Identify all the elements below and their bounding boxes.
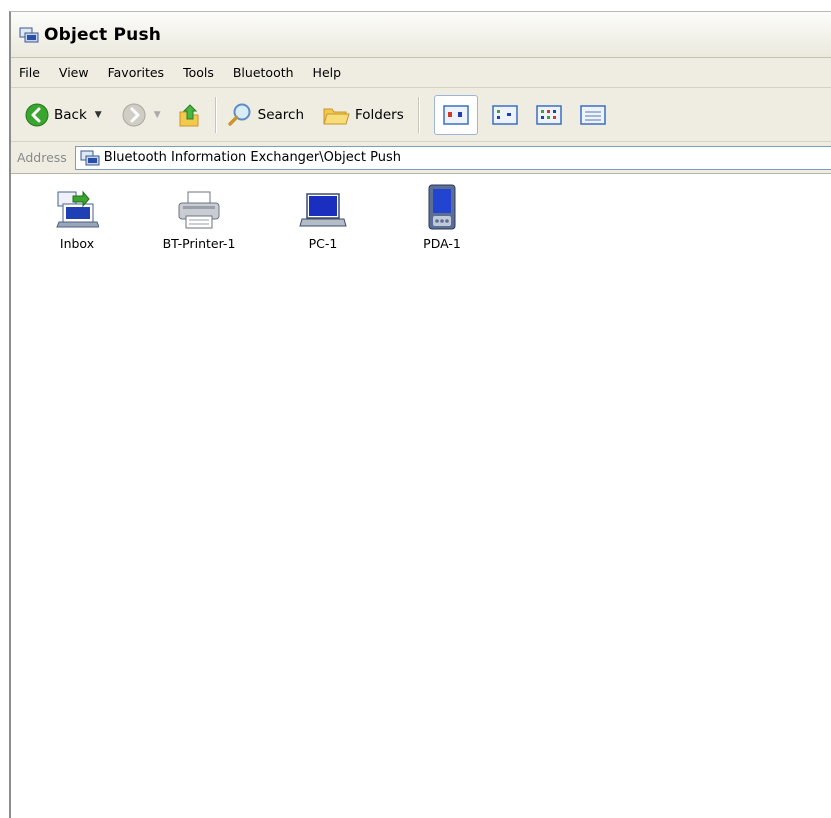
view-icons-button[interactable] bbox=[488, 100, 522, 130]
item-label: BT-Printer-1 bbox=[162, 236, 236, 251]
item-inbox[interactable]: Inbox bbox=[27, 178, 127, 251]
item-pc-1[interactable]: PC-1 bbox=[273, 178, 373, 251]
forward-dropdown-icon[interactable]: ▼ bbox=[154, 110, 161, 120]
view-tiles-button[interactable] bbox=[433, 94, 478, 135]
view-details-button[interactable] bbox=[576, 100, 610, 130]
bluetooth-exchanger-icon bbox=[80, 150, 100, 165]
item-label: PC-1 bbox=[308, 236, 338, 251]
menu-file[interactable]: File bbox=[19, 63, 40, 82]
menu-help[interactable]: Help bbox=[313, 63, 342, 82]
view-mode-group bbox=[433, 94, 610, 135]
toolbar: Back ▼ ▼ Search Folders bbox=[11, 88, 831, 142]
explorer-window: Object Push File View Favorites Tools Bl… bbox=[9, 11, 831, 818]
address-field[interactable]: Bluetooth Information Exchanger\Object P… bbox=[74, 145, 831, 170]
inbox-icon bbox=[56, 190, 99, 228]
menu-bluetooth[interactable]: Bluetooth bbox=[233, 63, 294, 82]
file-view: Inbox BT-Printer-1 PC-1 PDA-1 bbox=[11, 174, 831, 814]
list-view-icon bbox=[536, 104, 562, 125]
toolbar-separator bbox=[214, 96, 217, 133]
menu-favorites[interactable]: Favorites bbox=[108, 63, 164, 82]
toolbar-separator bbox=[417, 96, 420, 133]
forward-arrow-icon bbox=[122, 103, 146, 126]
item-bt-printer-1[interactable]: BT-Printer-1 bbox=[149, 178, 249, 251]
up-folder-icon bbox=[179, 103, 199, 126]
pda-icon bbox=[428, 184, 456, 230]
details-view-icon bbox=[580, 104, 606, 125]
search-label: Search bbox=[257, 106, 305, 123]
back-arrow-icon bbox=[25, 103, 49, 126]
back-label: Back bbox=[54, 106, 87, 123]
folders-label: Folders bbox=[355, 106, 404, 123]
item-label: Inbox bbox=[59, 236, 95, 251]
tiles-view-icon bbox=[443, 104, 469, 125]
bluetooth-exchanger-icon bbox=[19, 27, 39, 42]
forward-button[interactable]: ▼ bbox=[122, 103, 161, 127]
back-dropdown-icon[interactable]: ▼ bbox=[95, 110, 102, 120]
back-button[interactable]: Back ▼ bbox=[25, 103, 102, 127]
item-label: PDA-1 bbox=[423, 236, 461, 251]
address-path: Bluetooth Information Exchanger\Object P… bbox=[103, 150, 401, 165]
menu-view[interactable]: View bbox=[59, 63, 89, 82]
item-pda-1[interactable]: PDA-1 bbox=[392, 178, 492, 251]
folders-icon bbox=[323, 108, 350, 124]
folders-button[interactable]: Folders bbox=[322, 103, 404, 127]
address-bar: Address Bluetooth Information Exchanger\… bbox=[11, 142, 831, 174]
window-title: Object Push bbox=[44, 24, 162, 45]
up-folder-button[interactable] bbox=[177, 102, 201, 128]
menu-tools[interactable]: Tools bbox=[183, 63, 214, 82]
laptop-icon bbox=[299, 193, 347, 227]
title-bar[interactable]: Object Push bbox=[11, 12, 831, 58]
search-button[interactable]: Search bbox=[227, 102, 304, 128]
address-label: Address bbox=[17, 150, 67, 165]
icons-view-icon bbox=[492, 104, 518, 125]
menu-bar: File View Favorites Tools Bluetooth Help bbox=[11, 58, 831, 88]
printer-icon bbox=[178, 191, 220, 229]
view-list-button[interactable] bbox=[532, 100, 566, 130]
search-icon bbox=[227, 103, 251, 126]
